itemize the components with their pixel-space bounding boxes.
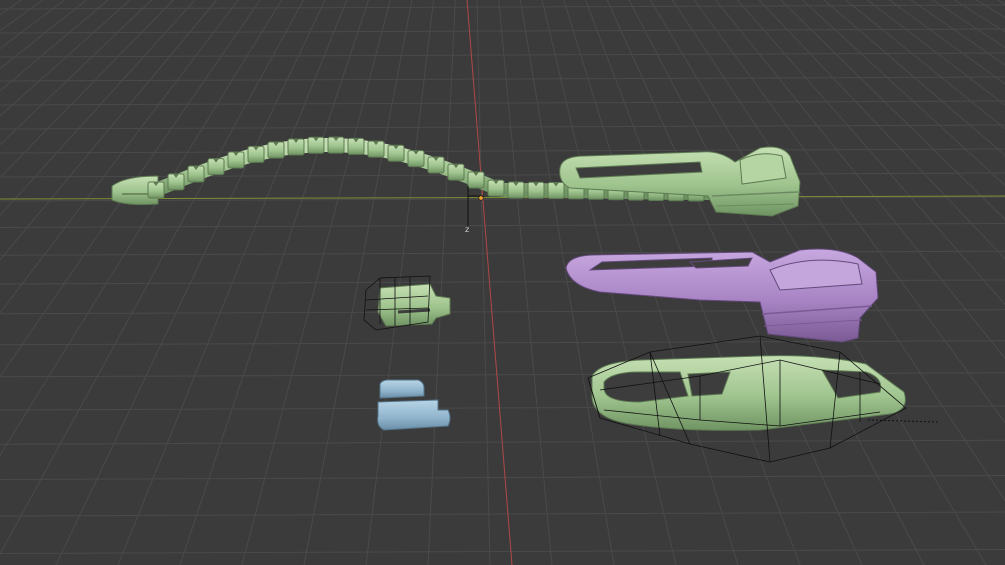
slider-pull-tab-wire[interactable] [587,335,939,463]
z-axis-label: z [465,225,469,234]
tooth-piece-blue[interactable] [377,379,451,431]
slider-assembly-top[interactable] [559,146,801,217]
tooth-piece-green[interactable] [363,275,451,331]
slider-pull-purple[interactable] [565,248,879,343]
3d-viewport[interactable]: z [0,0,1005,565]
